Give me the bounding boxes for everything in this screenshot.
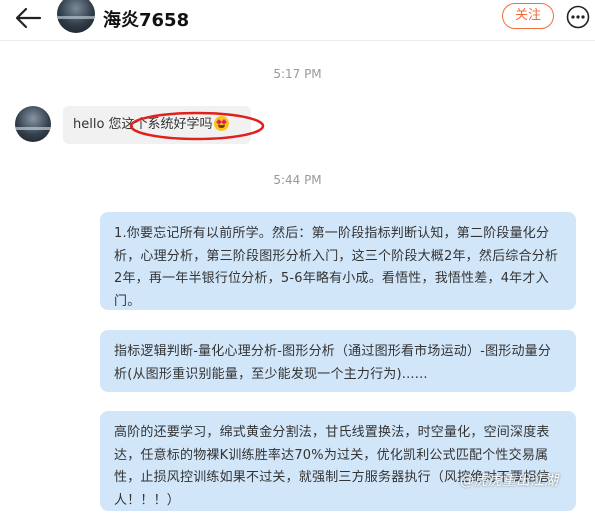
message-timestamp: 5:17 PM: [273, 67, 322, 81]
outgoing-message-bubble: 高阶的还要学习，绵式黄金分割法，甘氏线置换法，时空量化，空间深度表达，任意标的物…: [100, 411, 576, 511]
back-arrow-icon[interactable]: [14, 6, 42, 30]
message-timestamp: 5:44 PM: [273, 173, 322, 187]
outgoing-message-bubble: 1.你要忘记所有以前所学。然后：第一阶段指标判断认知，第二阶段量化分析，心理分析…: [100, 212, 576, 310]
contact-avatar[interactable]: [57, 0, 95, 33]
sender-avatar[interactable]: [15, 106, 51, 142]
chat-header: 海炎7658 关注: [0, 0, 595, 41]
contact-name: 海炎7658: [103, 10, 190, 31]
watermark: @虎虎重出江湖: [460, 473, 558, 489]
incoming-message-text: hello 您这个系统好学吗: [73, 117, 213, 132]
more-options-icon[interactable]: [566, 5, 590, 29]
star-struck-emoji-icon: [213, 116, 229, 131]
outgoing-message-bubble: 指标逻辑判断-量化心理分析-图形分析（通过图形看市场运动）-图形动量分析(从图形…: [100, 330, 576, 392]
incoming-message-bubble: hello 您这个系统好学吗: [63, 106, 251, 144]
follow-button[interactable]: 关注: [502, 3, 554, 29]
